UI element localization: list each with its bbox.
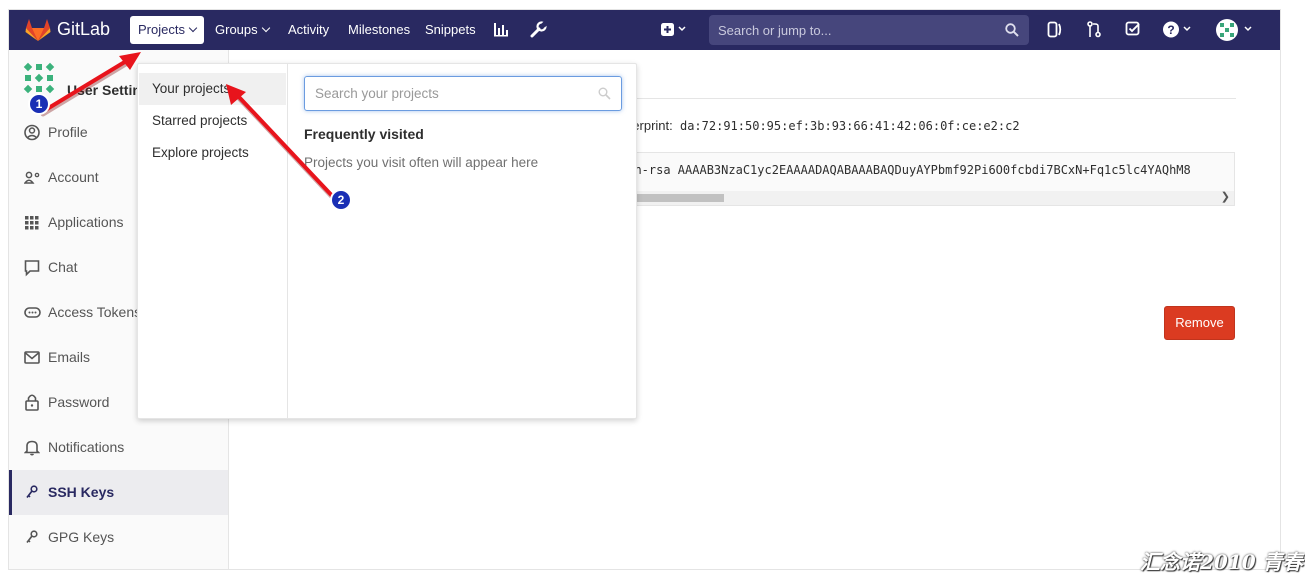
gitlab-logo-icon[interactable] bbox=[25, 18, 51, 45]
ssh-key-box[interactable]: ssh-rsa AAAAB3NzaC1yc2EAAAADAQABAAABAQDu… bbox=[607, 152, 1235, 206]
menu-item-explore-projects[interactable]: Explore projects bbox=[139, 137, 286, 169]
applications-icon bbox=[24, 200, 40, 245]
menu-item-your-projects[interactable]: Your projects bbox=[139, 73, 286, 105]
activity-chart-icon[interactable] bbox=[493, 21, 509, 40]
sidebar-item-ssh-keys[interactable]: SSH Keys bbox=[9, 470, 228, 515]
milestones-link[interactable]: Milestones bbox=[340, 16, 418, 44]
global-search[interactable] bbox=[709, 15, 1029, 45]
sidebar-item-label: Profile bbox=[48, 124, 88, 140]
fingerprint-value: da:72:91:50:95:ef:3b:93:66:41:42:06:0f:c… bbox=[679, 119, 1020, 133]
scroll-right-arrow-icon[interactable]: ❯ bbox=[1221, 190, 1230, 203]
snippets-link[interactable]: Snippets bbox=[417, 16, 484, 44]
sidebar-item-label: SSH Keys bbox=[48, 484, 115, 500]
user-avatar-icon[interactable] bbox=[1215, 18, 1257, 45]
app-window: GitLab Projects Groups Activity Mileston… bbox=[8, 9, 1281, 570]
chevron-down-icon bbox=[261, 23, 270, 33]
projects-menu-label: Projects bbox=[138, 22, 185, 37]
password-icon bbox=[24, 380, 40, 425]
projects-dropdown-menu: Your projects Starred projects Explore p… bbox=[138, 64, 288, 418]
sidebar-item-label: Access Tokens bbox=[48, 304, 142, 320]
user-avatar bbox=[21, 60, 57, 99]
projects-dropdown: Your projects Starred projects Explore p… bbox=[137, 63, 637, 419]
sidebar-item-label: Password bbox=[48, 394, 110, 410]
brand-name[interactable]: GitLab bbox=[57, 19, 110, 40]
top-navbar: GitLab Projects Groups Activity Mileston… bbox=[9, 10, 1280, 50]
profile-icon bbox=[24, 110, 40, 155]
sidebar-item-label: Chat bbox=[48, 259, 78, 275]
admin-wrench-icon[interactable] bbox=[530, 21, 548, 41]
projects-menu-button[interactable]: Projects bbox=[130, 16, 204, 44]
access-tokens-icon bbox=[24, 290, 41, 335]
svg-text:?: ? bbox=[1167, 23, 1174, 37]
account-icon bbox=[23, 155, 42, 200]
sidebar-item-label: Notifications bbox=[48, 439, 125, 455]
horizontal-scrollbar[interactable]: ❯ bbox=[608, 191, 1234, 205]
sidebar-item-label: Emails bbox=[48, 349, 91, 365]
sidebar-item-label: Account bbox=[48, 169, 99, 185]
projects-search[interactable] bbox=[304, 76, 622, 111]
projects-search-input[interactable] bbox=[305, 77, 621, 110]
new-plus-icon[interactable] bbox=[660, 22, 688, 41]
ssh-key-text: ssh-rsa AAAAB3NzaC1yc2EAAAADAQABAAABAQDu… bbox=[620, 163, 1191, 177]
notifications-icon bbox=[23, 425, 41, 470]
scrollbar-thumb[interactable] bbox=[628, 194, 724, 202]
chat-icon bbox=[24, 245, 40, 290]
sidebar-toggle-icon[interactable] bbox=[1047, 21, 1063, 41]
search-icon bbox=[598, 87, 611, 103]
fingerprint-row: Fingerprint: da:72:91:50:95:ef:3b:93:66:… bbox=[607, 118, 1020, 133]
search-icon bbox=[1005, 23, 1019, 40]
key-icon bbox=[24, 515, 40, 560]
remove-button[interactable]: Remove bbox=[1164, 306, 1235, 340]
groups-menu-button[interactable]: Groups bbox=[207, 16, 277, 44]
sidebar-item-gpg-keys[interactable]: GPG Keys bbox=[9, 515, 228, 560]
sidebar-item-label: Applications bbox=[48, 214, 124, 230]
watermark-text: 汇念诺2010 青春 bbox=[1140, 550, 1303, 574]
key-icon bbox=[24, 470, 40, 515]
frequently-visited-empty: Projects you visit often will appear her… bbox=[304, 155, 539, 170]
todos-icon[interactable] bbox=[1125, 21, 1141, 40]
help-icon[interactable]: ? bbox=[1163, 21, 1193, 41]
frequently-visited-title: Frequently visited bbox=[304, 126, 424, 142]
menu-item-starred-projects[interactable]: Starred projects bbox=[139, 105, 286, 137]
chevron-down-icon bbox=[188, 23, 198, 33]
activity-link[interactable]: Activity bbox=[280, 16, 337, 44]
emails-icon bbox=[24, 335, 40, 380]
sidebar-item-notifications[interactable]: Notifications bbox=[9, 425, 228, 470]
groups-menu-label: Groups bbox=[215, 22, 258, 37]
global-search-input[interactable] bbox=[709, 15, 1029, 45]
merge-requests-icon[interactable] bbox=[1086, 21, 1102, 41]
sidebar-item-label: GPG Keys bbox=[48, 529, 115, 545]
